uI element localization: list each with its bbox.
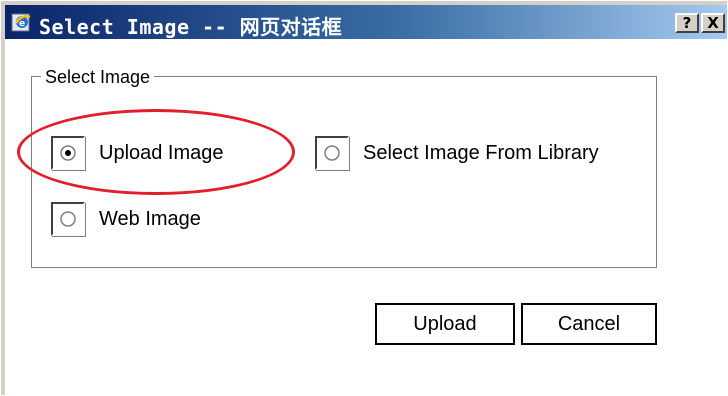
help-button[interactable]: ? — [675, 13, 699, 33]
cancel-button[interactable]: Cancel — [521, 303, 657, 345]
library-label: Select Image From Library — [363, 141, 599, 164]
title-bar[interactable]: e Select Image -- 网页对话框 ? X — [5, 5, 727, 39]
web-image-radio[interactable] — [51, 202, 85, 236]
web-image-option[interactable]: Web Image — [51, 201, 201, 237]
close-button[interactable]: X — [701, 13, 725, 33]
window-title: Select Image -- 网页对话框 — [39, 15, 343, 39]
dialog-window: e Select Image -- 网页对话框 ? X Select Image… — [0, 0, 727, 395]
group-legend: Select Image — [41, 67, 155, 87]
library-radio[interactable] — [315, 136, 349, 170]
svg-text:e: e — [19, 19, 25, 29]
ie-icon: e — [11, 13, 31, 32]
radio-unchecked-icon — [60, 211, 76, 227]
radio-unchecked-icon — [324, 145, 340, 161]
library-option[interactable]: Select Image From Library — [315, 135, 599, 171]
highlight-annotation — [17, 109, 295, 195]
upload-button[interactable]: Upload — [375, 303, 515, 345]
web-image-label: Web Image — [99, 207, 201, 230]
